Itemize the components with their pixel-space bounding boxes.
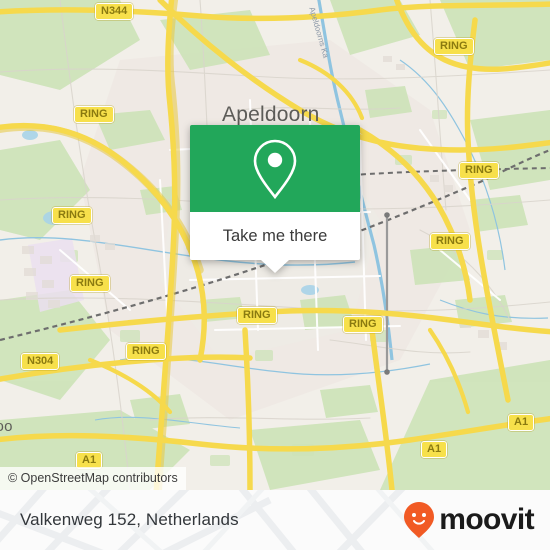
road-shield: RING: [237, 307, 277, 324]
road-shield: RING: [70, 275, 110, 292]
road-shield: RING: [430, 233, 470, 250]
road-shield: A1: [421, 441, 448, 458]
map-pin-icon: [253, 139, 297, 199]
road-shield: RING: [52, 207, 92, 224]
moovit-pin-smiley-icon: [404, 502, 435, 538]
footer-bar: Valkenweg 152, Netherlands moovit: [0, 490, 550, 550]
road-shield: RING: [343, 316, 383, 333]
road-shield: RING: [434, 38, 474, 55]
road-shield: RING: [74, 106, 114, 123]
location-popup-card[interactable]: Take me there: [190, 125, 360, 273]
road-shield: N344: [95, 3, 134, 20]
popup-action-label: Take me there: [222, 226, 328, 245]
popup-header: [190, 125, 360, 212]
osm-attribution[interactable]: © OpenStreetMap contributors: [0, 467, 186, 490]
map-edge-label: loo: [0, 418, 13, 435]
footer-address: Valkenweg 152, Netherlands: [20, 510, 239, 529]
road-shield: RING: [126, 343, 166, 360]
moovit-map-screenshot: .grn{fill:#cde3b8} .urb{fill:#ece3e0} .r…: [0, 0, 550, 550]
moovit-brand[interactable]: moovit: [403, 490, 535, 550]
road-shield: RING: [459, 162, 499, 179]
popup-action-button[interactable]: Take me there: [190, 212, 360, 260]
road-shield: A1: [508, 414, 535, 431]
popup-tail: [261, 260, 289, 273]
moovit-wordmark: moovit: [439, 503, 534, 536]
map-city-label: Apeldoorn: [222, 103, 320, 126]
road-shield: N304: [21, 353, 60, 370]
